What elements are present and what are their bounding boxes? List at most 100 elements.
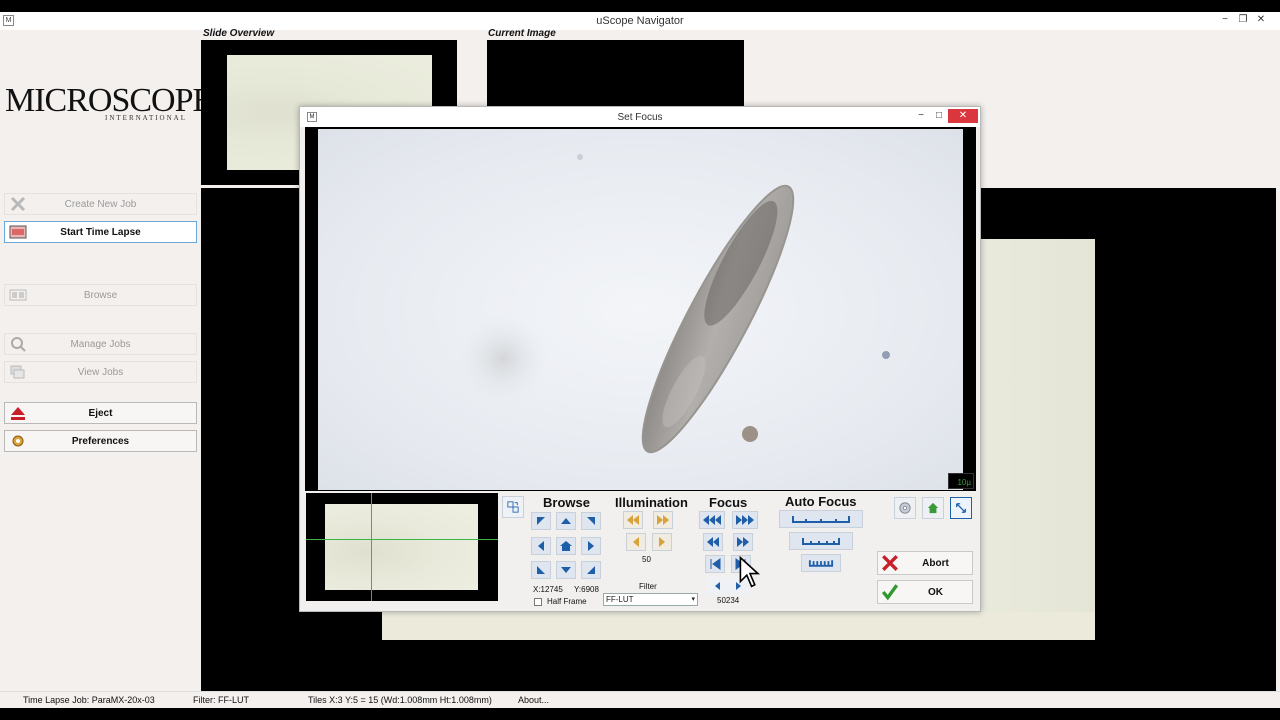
browse-left-button[interactable] <box>531 537 551 555</box>
home-position-button[interactable] <box>922 497 944 519</box>
illumination-label: Illumination <box>615 495 688 510</box>
sidebar-item-label: Browse <box>83 289 118 301</box>
illumination-down-button[interactable] <box>626 533 646 551</box>
sidebar-item-preferences[interactable]: Preferences <box>4 430 197 452</box>
sidebar-item-label: Start Time Lapse <box>60 226 141 238</box>
close-button[interactable]: ✕ <box>1252 14 1270 25</box>
set-focus-dialog: M Set Focus − □ ✕ 10µ Browse X:12745 Y:6… <box>299 106 981 612</box>
double-right-icon <box>737 537 749 547</box>
browse-up-left-button[interactable] <box>531 512 551 530</box>
focus-value: 50234 <box>717 596 740 605</box>
arrow-up-right-icon <box>587 517 595 525</box>
browse-up-button[interactable] <box>556 512 576 530</box>
browse-down-left-button[interactable] <box>531 561 551 579</box>
illumination-fast-up-button[interactable] <box>653 511 673 529</box>
arrow-down-icon <box>561 567 571 573</box>
sidebar-item-label: Manage Jobs <box>70 338 131 350</box>
illumination-up-button[interactable] <box>652 533 672 551</box>
illumination-fast-down-button[interactable] <box>623 511 643 529</box>
about-link[interactable]: About... <box>518 695 549 705</box>
ok-button[interactable]: OK <box>877 580 973 604</box>
current-image-label: Current Image <box>488 28 556 39</box>
expand-icon <box>956 503 966 513</box>
swap-view-button[interactable] <box>502 496 524 518</box>
focus-coarse-down-button[interactable] <box>699 511 725 529</box>
expand-button[interactable] <box>950 497 972 519</box>
tile-image <box>980 239 1095 640</box>
focus-medium-up-button[interactable] <box>733 533 753 551</box>
dialog-close-button[interactable]: ✕ <box>948 109 978 123</box>
triple-left-icon <box>703 515 721 525</box>
browse-icon <box>9 287 27 303</box>
focus-medium-down-button[interactable] <box>703 533 723 551</box>
ruler-fine-icon <box>808 560 834 567</box>
eject-icon <box>9 405 27 421</box>
focus-fine-down-button[interactable] <box>705 555 725 573</box>
browse-home-button[interactable] <box>556 537 576 555</box>
sidebar-item-eject[interactable]: Eject <box>4 402 197 424</box>
bottom-black-strip <box>0 708 1280 720</box>
live-view[interactable]: 10µ <box>305 127 976 491</box>
dialog-title: Set Focus <box>617 112 663 123</box>
dialog-maximize-button[interactable]: □ <box>928 109 950 123</box>
right-gold-icon <box>659 537 665 547</box>
main-titlebar: M uScope Navigator − ❐ ✕ <box>0 12 1280 30</box>
focus-coarse-up-button[interactable] <box>732 511 758 529</box>
sidebar-item-manage-jobs[interactable]: Manage Jobs <box>4 333 197 355</box>
window-title: uScope Navigator <box>596 15 684 27</box>
half-frame-checkbox[interactable] <box>534 598 542 606</box>
swap-icon <box>507 501 519 513</box>
minimize-button[interactable]: − <box>1216 14 1234 25</box>
coord-y: Y:6908 <box>574 585 599 594</box>
sidebar-item-view-jobs[interactable]: View Jobs <box>4 361 197 383</box>
ruler-medium-icon <box>802 538 840 545</box>
tile-image-bottom <box>382 612 1095 640</box>
dialog-titlebar: M Set Focus − □ ✕ <box>300 107 980 127</box>
arrow-right-icon <box>588 541 594 551</box>
arrow-up-left-icon <box>537 517 545 525</box>
minimap-image <box>325 504 478 590</box>
browse-up-right-button[interactable] <box>581 512 601 530</box>
status-bar: Time Lapse Job: ParaMX-20x-03 Filter: FF… <box>0 691 1280 708</box>
auto-focus-label: Auto Focus <box>785 494 857 509</box>
sidebar-item-start-time-lapse[interactable]: Start Time Lapse <box>4 221 197 243</box>
disc-button[interactable] <box>894 497 916 519</box>
filter-select[interactable]: FF-LUT ▾ <box>603 593 698 606</box>
restore-button[interactable]: ❐ <box>1234 14 1252 25</box>
ruler-wide-icon <box>792 516 850 523</box>
double-left-gold-icon <box>627 515 639 525</box>
browse-right-button[interactable] <box>581 537 601 555</box>
home-icon <box>560 541 572 551</box>
triple-right-icon <box>736 515 754 525</box>
browse-down-button[interactable] <box>556 561 576 579</box>
focus-label: Focus <box>709 495 748 510</box>
status-job: Time Lapse Job: ParaMX-20x-03 <box>23 695 155 705</box>
logo-main-text: MICROSCOPES <box>5 82 231 119</box>
browse-label: Browse <box>543 495 590 510</box>
microscopes-logo: MICROSCOPES INTERNATIONAL <box>5 82 231 123</box>
mouse-cursor-icon <box>739 556 761 588</box>
arrow-left-icon <box>538 541 544 551</box>
arrow-down-right-icon <box>587 566 595 574</box>
disc-icon <box>899 502 911 514</box>
illumination-value: 50 <box>642 555 651 564</box>
status-filter: Filter: FF-LUT <box>193 695 249 705</box>
chevron-down-icon: ▾ <box>691 596 695 603</box>
sidebar-item-browse[interactable]: Browse <box>4 284 197 306</box>
auto-focus-fine-button[interactable] <box>801 554 841 572</box>
abort-label: Abort <box>922 557 949 569</box>
magnifier-icon <box>9 336 27 352</box>
double-right-gold-icon <box>657 515 669 525</box>
focus-micro-down-button[interactable] <box>707 577 727 595</box>
abort-button[interactable]: Abort <box>877 551 973 575</box>
auto-focus-medium-button[interactable] <box>789 532 853 550</box>
film-icon <box>9 224 27 240</box>
star-icon <box>9 196 27 212</box>
browse-down-right-button[interactable] <box>581 561 601 579</box>
arrow-up-icon <box>561 518 571 524</box>
slide-overview-label: Slide Overview <box>203 28 275 39</box>
auto-focus-wide-button[interactable] <box>779 510 863 528</box>
green-home-icon <box>927 502 939 514</box>
sidebar-item-create-new-job[interactable]: Create New Job <box>4 193 197 215</box>
left-gold-icon <box>633 537 639 547</box>
